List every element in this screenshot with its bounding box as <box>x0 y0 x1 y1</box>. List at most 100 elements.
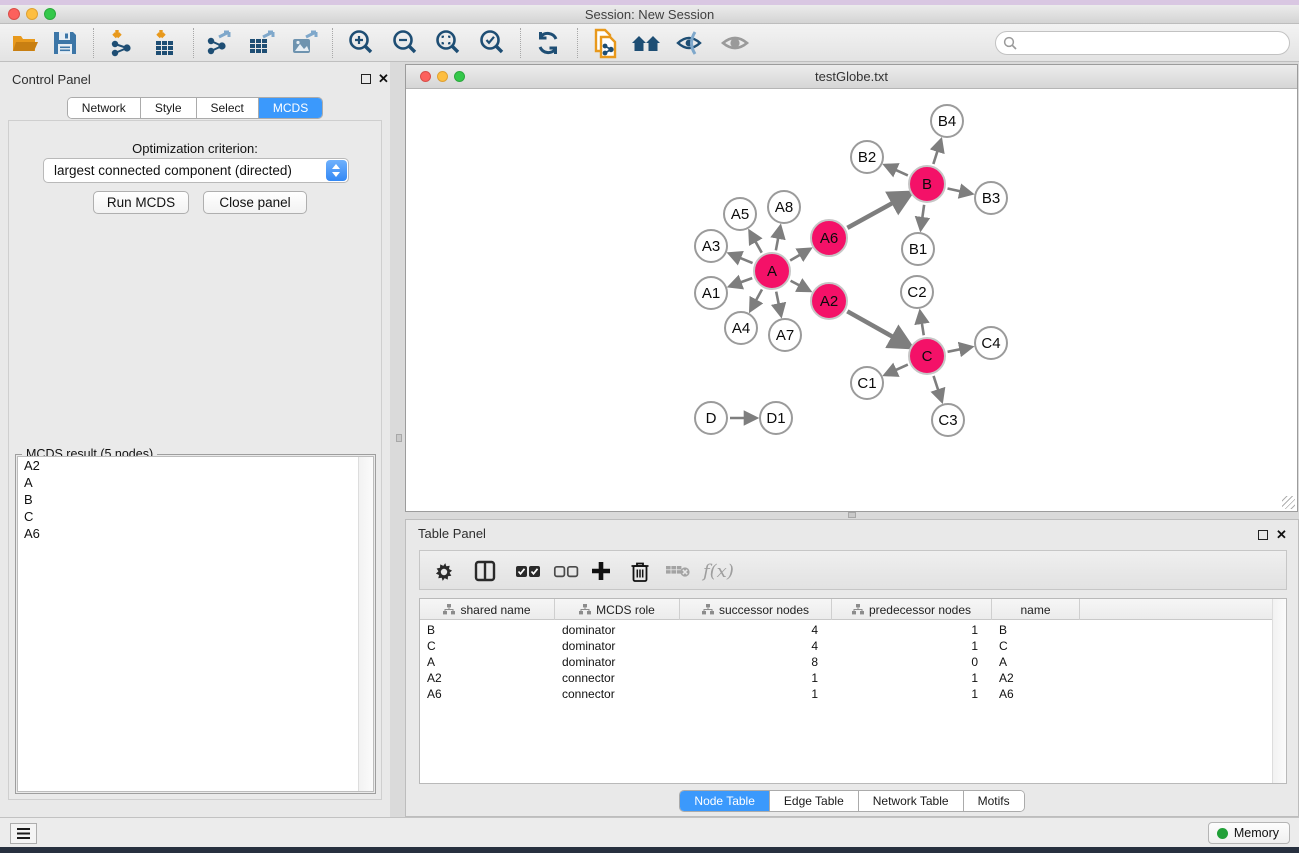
table-settings-button[interactable] <box>432 556 456 586</box>
clone-style-button[interactable] <box>590 28 624 58</box>
close-panel-button[interactable]: Close panel <box>203 191 307 214</box>
table-row[interactable]: Adominator80A <box>420 654 1080 670</box>
show-columns-button[interactable] <box>473 556 497 586</box>
refresh-button[interactable] <box>531 28 565 58</box>
graph-node-A3[interactable]: A3 <box>694 229 728 263</box>
graph-node-A2[interactable]: A2 <box>810 282 848 320</box>
result-item[interactable]: B <box>18 491 373 508</box>
graph-node-B[interactable]: B <box>908 165 946 203</box>
graph-node-C4[interactable]: C4 <box>974 326 1008 360</box>
result-item[interactable]: A <box>18 474 373 491</box>
graph-node-A8[interactable]: A8 <box>767 190 801 224</box>
table-scrollbar[interactable] <box>1272 599 1286 783</box>
graph-edge-C-C3[interactable] <box>934 376 941 397</box>
vertical-split-handle[interactable] <box>396 434 402 442</box>
hide-selected-button[interactable] <box>673 28 707 58</box>
graph-edge-B-B2[interactable] <box>889 167 908 176</box>
open-file-button[interactable] <box>8 28 42 58</box>
create-column-button[interactable] <box>590 556 612 586</box>
graph-edge-A6-B[interactable] <box>847 197 904 228</box>
graph-edge-A-A3[interactable] <box>733 255 752 263</box>
graph-node-A7[interactable]: A7 <box>768 318 802 352</box>
table-row[interactable]: Bdominator41B <box>420 622 1080 638</box>
column-header-shared-name[interactable]: shared name <box>420 599 555 620</box>
tab-node-table[interactable]: Node Table <box>680 791 770 811</box>
graph-node-B4[interactable]: B4 <box>930 104 964 138</box>
tab-motifs[interactable]: Motifs <box>964 791 1024 811</box>
task-history-button[interactable] <box>10 823 37 844</box>
result-list-scrollbar[interactable] <box>358 457 373 791</box>
column-header-MCDS-role[interactable]: MCDS role <box>555 599 680 620</box>
column-header-predecessor-nodes[interactable]: predecessor nodes <box>832 599 992 620</box>
graph-edge-A-A4[interactable] <box>752 289 762 306</box>
graph-edge-C-C2[interactable] <box>921 316 924 336</box>
unselect-all-columns-button[interactable] <box>553 556 579 586</box>
zoom-out-button[interactable] <box>388 28 422 58</box>
tab-edge-table[interactable]: Edge Table <box>770 791 859 811</box>
export-image-button[interactable] <box>287 28 321 58</box>
column-header-name[interactable]: name <box>992 599 1080 620</box>
table-row[interactable]: A6connector11A6 <box>420 686 1080 702</box>
graph-node-D[interactable]: D <box>694 401 728 435</box>
graph-edge-C-C1[interactable] <box>889 365 908 374</box>
tab-mcds[interactable]: MCDS <box>259 98 322 118</box>
graph-node-A[interactable]: A <box>753 252 791 290</box>
float-panel-icon[interactable] <box>361 74 371 84</box>
graph-node-C3[interactable]: C3 <box>931 403 965 437</box>
graph-node-A6[interactable]: A6 <box>810 219 848 257</box>
graph-edge-B-B1[interactable] <box>921 205 924 225</box>
zoom-in-button[interactable] <box>344 28 378 58</box>
export-table-button[interactable] <box>244 28 278 58</box>
graph-edge-A-A1[interactable] <box>734 278 753 285</box>
graph-edge-C-C4[interactable] <box>948 348 968 352</box>
graph-node-B1[interactable]: B1 <box>901 232 935 266</box>
mcds-result-list[interactable]: A2ABCA6 <box>17 456 374 792</box>
table-row[interactable]: Cdominator41C <box>420 638 1080 654</box>
graph-edge-A-A6[interactable] <box>790 251 806 260</box>
graph-edge-B-B4[interactable] <box>933 144 939 164</box>
search-field[interactable] <box>995 31 1290 55</box>
close-table-panel-icon[interactable]: ✕ <box>1276 527 1287 543</box>
select-all-columns-button[interactable] <box>515 556 541 586</box>
first-neighbors-button[interactable] <box>630 28 664 58</box>
graph-node-B2[interactable]: B2 <box>850 140 884 174</box>
memory-button[interactable]: Memory <box>1208 822 1290 844</box>
tab-network[interactable]: Network <box>68 98 141 118</box>
graph-edge-A2-C[interactable] <box>847 311 904 343</box>
column-header-successor-nodes[interactable]: successor nodes <box>680 599 832 620</box>
import-table-button[interactable] <box>148 28 182 58</box>
graph-edge-A-A2[interactable] <box>791 281 806 289</box>
delete-column-button[interactable] <box>630 556 650 586</box>
table-row[interactable]: A2connector11A2 <box>420 670 1080 686</box>
graph-node-A1[interactable]: A1 <box>694 276 728 310</box>
close-panel-icon[interactable]: ✕ <box>378 71 389 87</box>
float-table-panel-icon[interactable] <box>1258 530 1268 540</box>
search-input[interactable] <box>1022 33 1282 53</box>
window-resize-grip[interactable] <box>1282 496 1295 509</box>
result-item[interactable]: A2 <box>18 457 373 474</box>
horizontal-split-handle[interactable] <box>848 512 856 518</box>
graph-edge-A-A8[interactable] <box>776 231 780 251</box>
graph-node-C[interactable]: C <box>908 337 946 375</box>
run-mcds-button[interactable]: Run MCDS <box>93 191 189 214</box>
network-window-titlebar[interactable]: testGlobe.txt <box>406 65 1297 89</box>
graph-node-B3[interactable]: B3 <box>974 181 1008 215</box>
tab-style[interactable]: Style <box>141 98 197 118</box>
tab-select[interactable]: Select <box>197 98 259 118</box>
graph-node-C1[interactable]: C1 <box>850 366 884 400</box>
result-item[interactable]: A6 <box>18 525 373 542</box>
export-network-button[interactable] <box>202 28 236 58</box>
node-table[interactable]: shared nameMCDS rolesuccessor nodesprede… <box>419 598 1287 784</box>
graph-node-C2[interactable]: C2 <box>900 275 934 309</box>
save-session-button[interactable] <box>48 28 82 58</box>
graph-edge-B-B3[interactable] <box>948 188 968 192</box>
result-item[interactable]: C <box>18 508 373 525</box>
graph-node-A4[interactable]: A4 <box>724 311 758 345</box>
graph-node-A5[interactable]: A5 <box>723 197 757 231</box>
graph-edge-A-A5[interactable] <box>752 235 762 253</box>
network-canvas[interactable]: A A1 A2 A3 A4 A5 A6 A7 A8 B B1 B2 B3 B4 C C1 C2 C3 C4 D D1 <box>406 89 1297 511</box>
criterion-select[interactable]: largest connected component (directed) <box>43 158 349 183</box>
show-all-button[interactable] <box>718 28 752 58</box>
import-network-button[interactable] <box>104 28 138 58</box>
graph-node-D1[interactable]: D1 <box>759 401 793 435</box>
